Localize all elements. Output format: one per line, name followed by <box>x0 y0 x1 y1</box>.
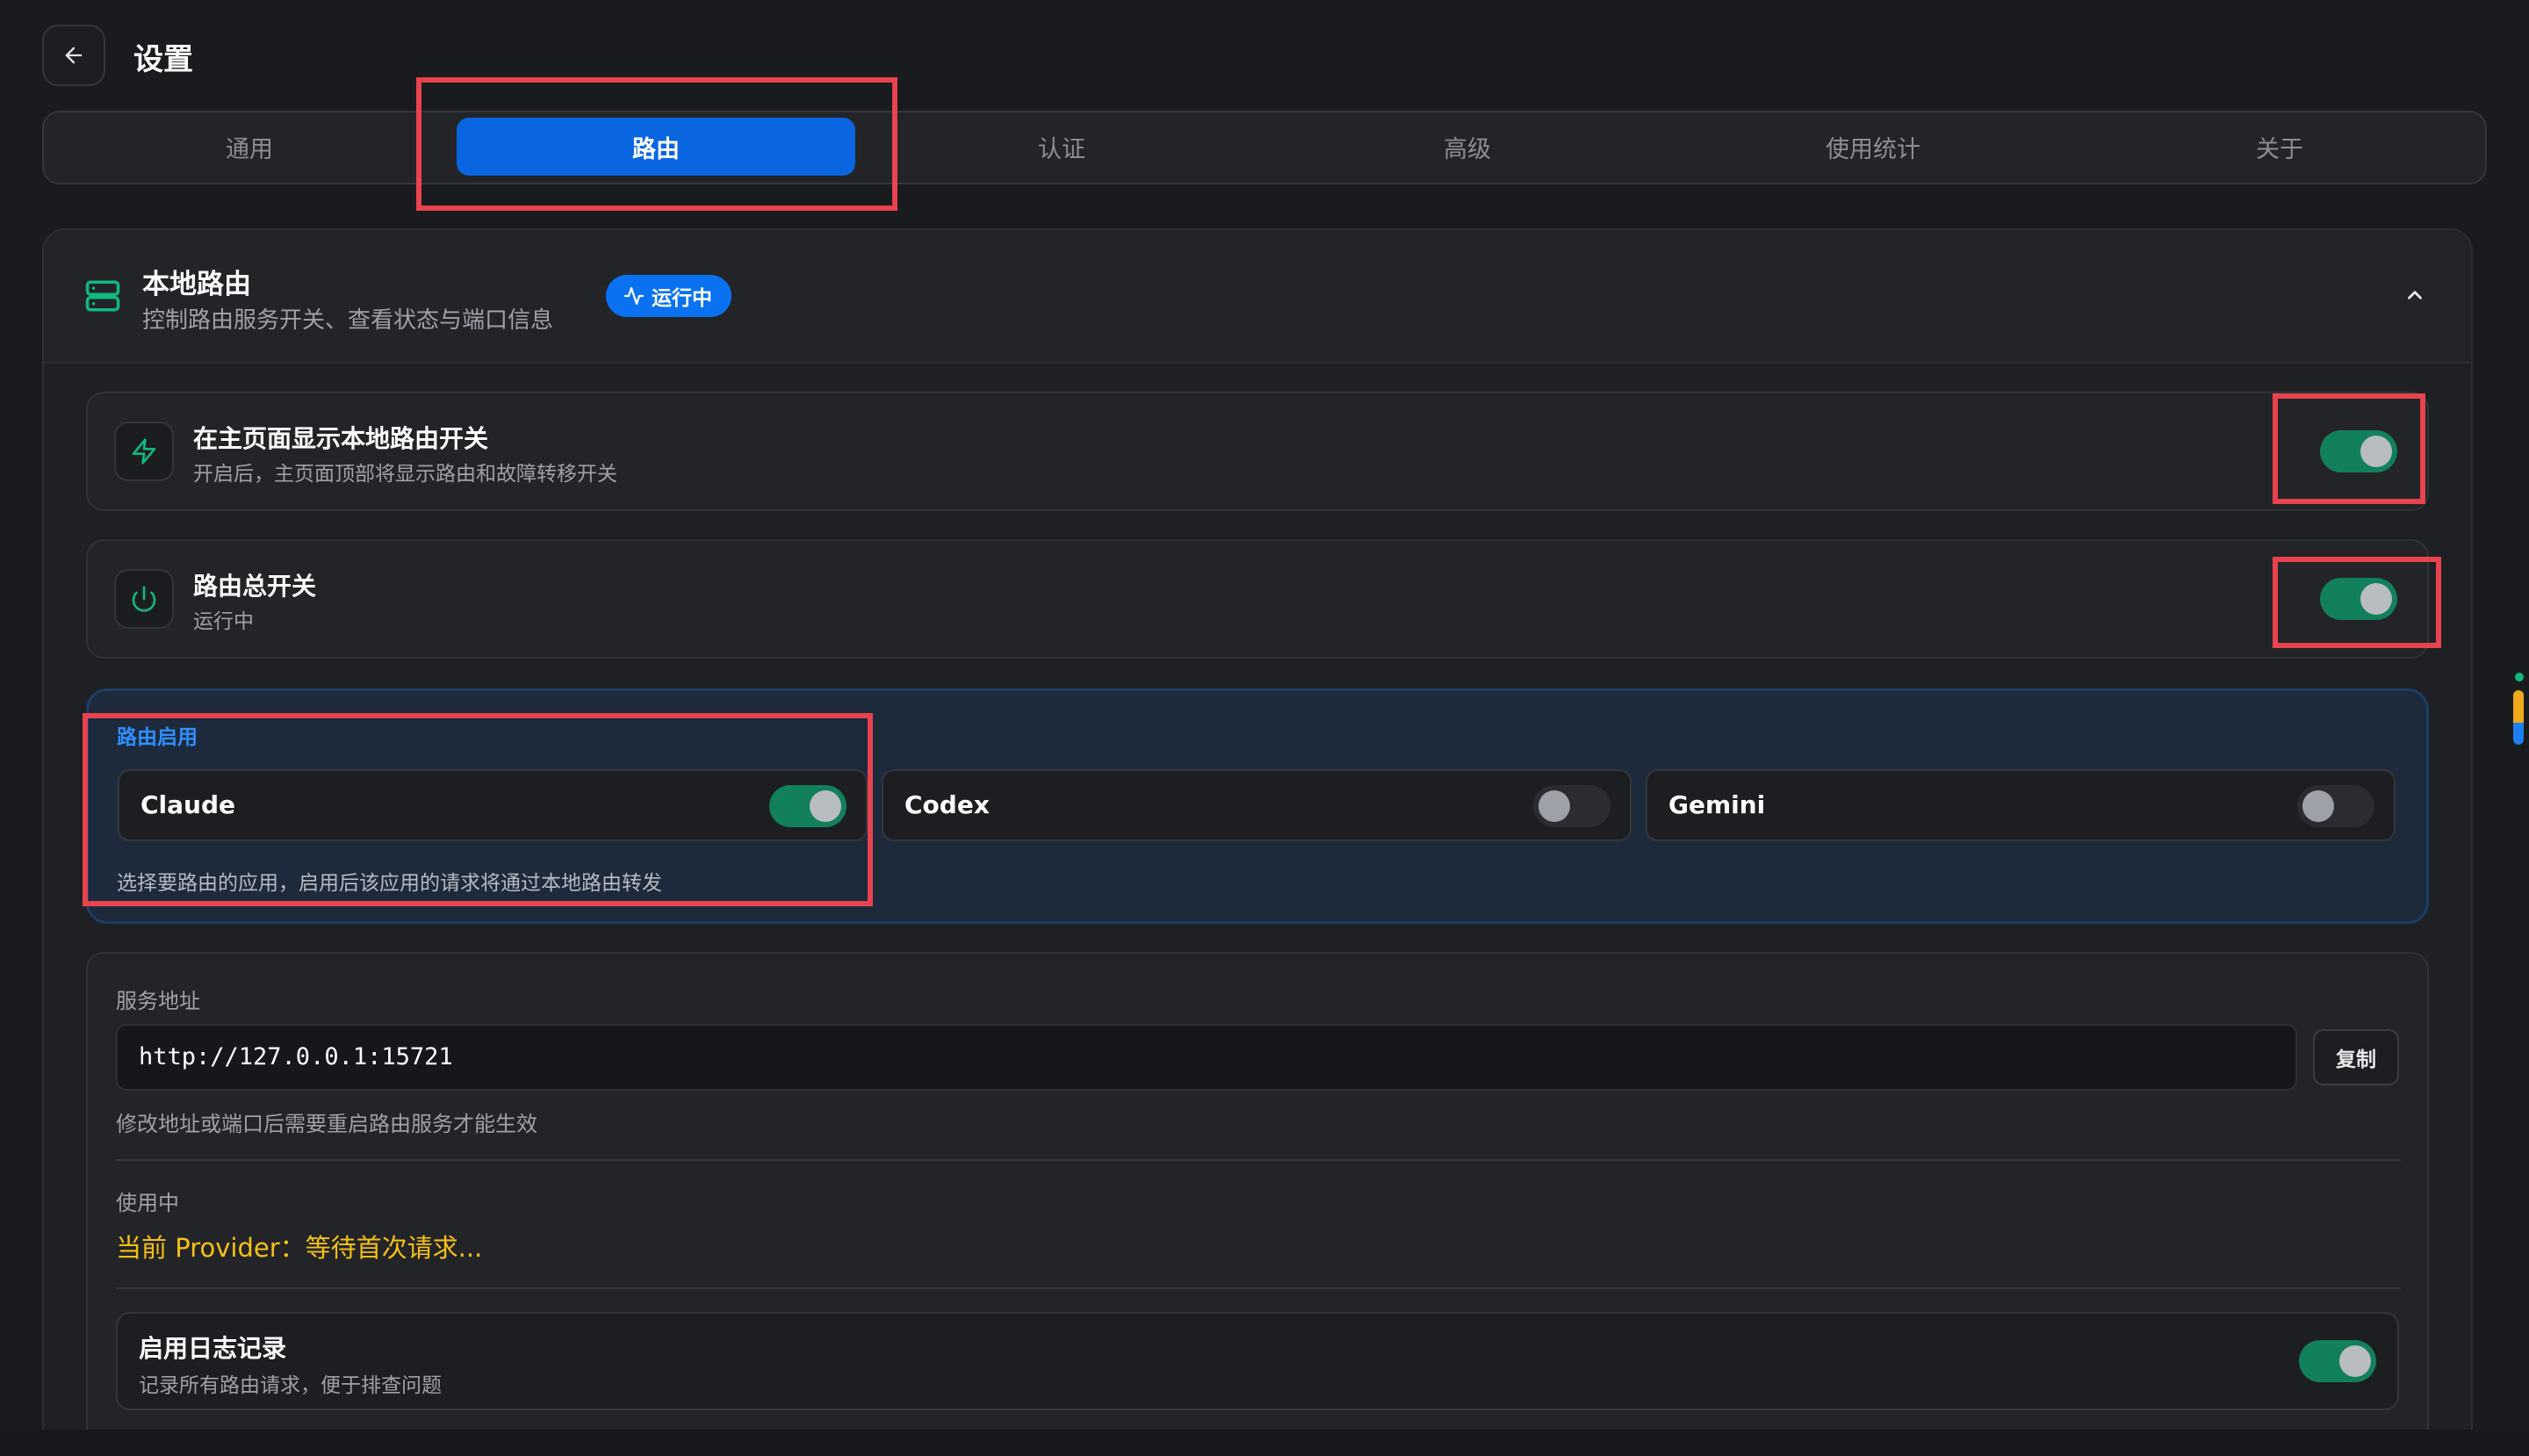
section-header[interactable] <box>44 230 2471 364</box>
tab-general[interactable]: 通用 <box>49 118 450 176</box>
back-button[interactable] <box>42 25 105 86</box>
arrow-left-icon <box>65 47 83 64</box>
app-card-claude: Claude <box>118 769 868 841</box>
master-switch-title: 路由总开关 <box>193 572 317 601</box>
tab-advanced[interactable]: 高级 <box>1268 118 1667 176</box>
tab-usage-stats[interactable]: 使用统计 <box>1674 118 2072 176</box>
scroll-indicator-dot <box>2515 673 2524 681</box>
row-icon-frame <box>114 422 174 481</box>
gemini-toggle[interactable] <box>2297 785 2374 827</box>
server-address-input[interactable]: http://127.0.0.1:15721 <box>116 1024 2297 1091</box>
tab-about[interactable]: 关于 <box>2079 118 2480 176</box>
app-name: Claude <box>140 790 236 819</box>
show-routing-switch-title: 在主页面显示本地路由开关 <box>193 424 489 453</box>
logging-toggle[interactable] <box>2299 1340 2376 1382</box>
server-icon <box>84 278 121 314</box>
tab-routing[interactable]: 路由 <box>457 118 855 176</box>
scrollbar[interactable] <box>2513 690 2524 745</box>
app-name: Codex <box>904 790 990 819</box>
show-routing-switch-subtitle: 开启后，主页面顶部将显示路由和故障转移开关 <box>193 463 617 486</box>
tab-auth[interactable]: 认证 <box>862 118 1261 176</box>
server-address-label: 服务地址 <box>116 989 200 1013</box>
power-icon <box>132 586 156 612</box>
copy-button[interactable]: 复制 <box>2313 1029 2399 1085</box>
activity-icon <box>623 286 645 306</box>
app-routing-label: 路由启用 <box>117 726 198 749</box>
codex-toggle[interactable] <box>1533 785 1610 827</box>
chevron-up-icon <box>2408 291 2422 299</box>
status-badge: 运行中 <box>606 275 731 317</box>
server-address-hint: 修改地址或端口后需要重启路由服务才能生效 <box>116 1112 537 1136</box>
logging-subtitle: 记录所有路由请求，便于排查问题 <box>139 1374 442 1397</box>
master-switch-row <box>86 539 2429 659</box>
logging-row <box>116 1312 2399 1410</box>
app-name: Gemini <box>1668 790 1766 819</box>
bottom-edge <box>0 1430 2529 1456</box>
current-provider: 当前 Provider：等待首次请求... <box>116 1233 483 1263</box>
page-title: 设置 <box>133 42 193 77</box>
master-switch-toggle[interactable] <box>2320 578 2397 620</box>
status-badge-label: 运行中 <box>652 287 712 310</box>
lightning-icon <box>132 438 156 465</box>
row-icon-frame <box>114 569 174 629</box>
divider <box>116 1159 2401 1161</box>
master-switch-subtitle: 运行中 <box>193 610 254 633</box>
logging-title: 启用日志记录 <box>139 1334 287 1363</box>
section-title: 本地路由 <box>142 269 251 300</box>
claude-toggle[interactable] <box>769 785 847 827</box>
usage-label: 使用中 <box>116 1191 179 1215</box>
collapse-button[interactable] <box>2399 279 2431 311</box>
show-routing-switch-toggle[interactable] <box>2320 430 2397 472</box>
section-subtitle: 控制路由服务开关、查看状态与端口信息 <box>142 307 554 334</box>
divider <box>116 1287 2401 1289</box>
app-card-codex: Codex <box>882 769 1632 841</box>
app-routing-hint: 选择要路由的应用，启用后该应用的请求将通过本地路由转发 <box>117 872 662 895</box>
app-card-gemini: Gemini <box>1646 769 2396 841</box>
